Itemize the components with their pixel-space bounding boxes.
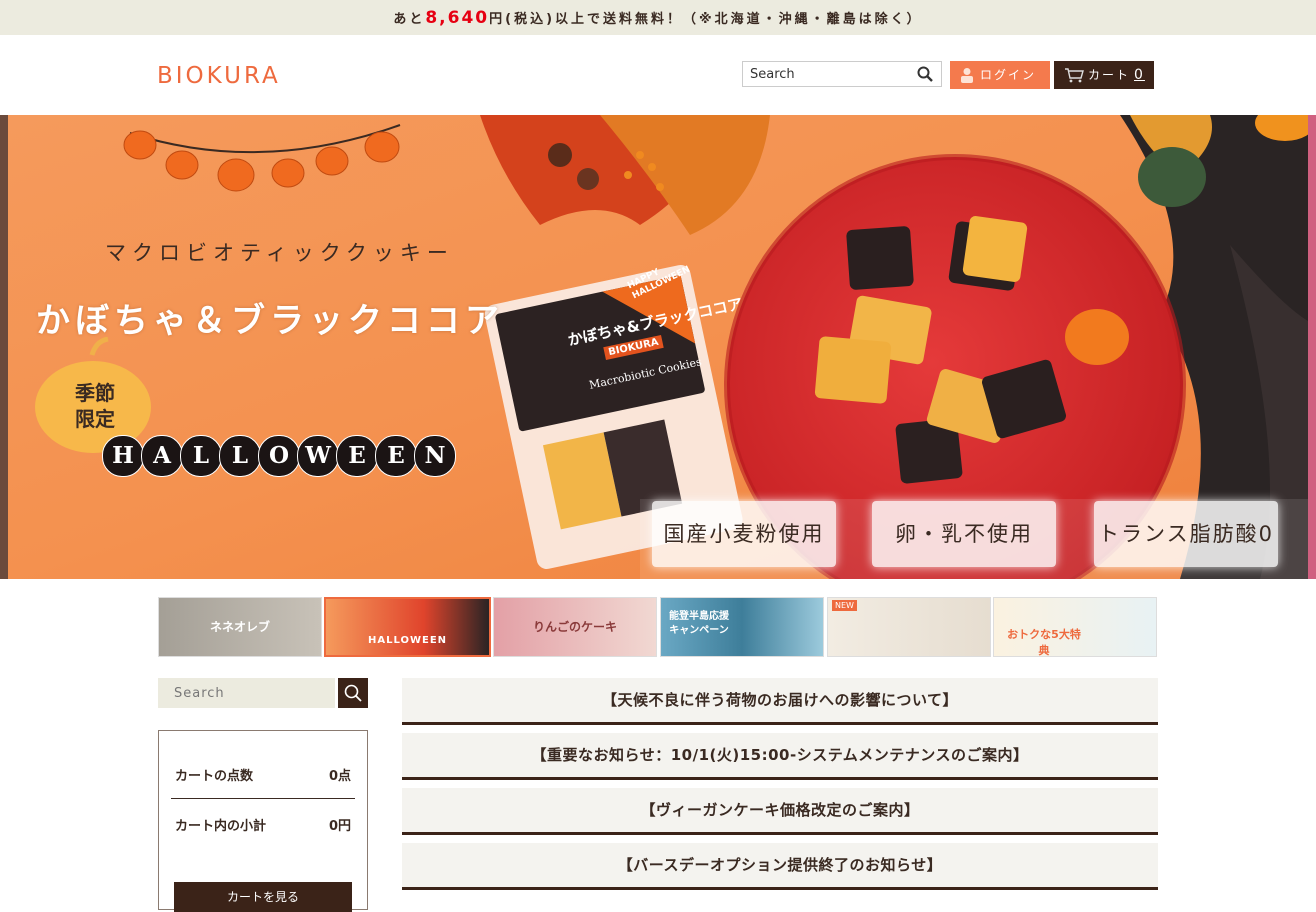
halloween-letter: E: [375, 435, 417, 477]
halloween-letter: O: [258, 435, 300, 477]
next-slide-peek[interactable]: [1308, 115, 1316, 579]
feature-badge: トランス脂肪酸0: [1094, 501, 1278, 567]
user-icon: [961, 68, 973, 83]
header-search: [742, 61, 942, 87]
news-item[interactable]: 【天候不良に伴う荷物のお届けへの影響について】: [402, 678, 1158, 725]
cart-icon: [1065, 68, 1084, 83]
site-logo[interactable]: BIOKURA: [157, 63, 281, 89]
sidebar-search-box: [158, 678, 335, 708]
slide-thumbnail[interactable]: おトクな5大特典: [993, 597, 1157, 657]
halloween-letter: L: [180, 435, 222, 477]
feature-badge: 国産小麦粉使用: [652, 501, 836, 567]
site-header: BIOKURA ログイン カート0: [0, 35, 1316, 115]
thumbnail-caption: おトクな5大特典: [1007, 628, 1081, 657]
feature-badge: 卵・乳不使用: [872, 501, 1056, 567]
cart-subtotal-value: 0円: [328, 819, 351, 834]
halloween-letter: H: [102, 435, 144, 477]
prev-slide-peek[interactable]: [0, 115, 8, 579]
halloween-letter: W: [297, 435, 339, 477]
cart-button[interactable]: カート 0: [1054, 61, 1154, 89]
view-cart-button[interactable]: カートを見る: [174, 882, 352, 912]
cart-subtotal-label: カート内の小計: [175, 819, 267, 834]
hero-subtitle: マクロビオティッククッキー: [105, 241, 454, 265]
hero-title: かぼちゃ＆ブラックココア: [36, 301, 504, 341]
sidebar-search: [158, 678, 368, 708]
thumbnail-caption: 能登半島応援キャンペーン: [669, 611, 729, 636]
halloween-letter: E: [336, 435, 378, 477]
cart-items-label: カートの点数: [175, 769, 254, 784]
slide-thumbnail[interactable]: NEW: [827, 597, 991, 657]
cart-subtotal-row: カート内の小計 0円: [175, 815, 351, 834]
free-shipping-bar: あと8,640円(税込)以上で送料無料！（※北海道・沖縄・離島は除く）: [0, 0, 1316, 35]
thumbnail-caption: ネネオレブ: [209, 620, 270, 634]
cart-label: カート: [1088, 68, 1131, 82]
shipping-prefix: あと: [393, 12, 426, 27]
seasonal-limited-badge: 季節限定: [75, 381, 115, 431]
new-badge: NEW: [832, 600, 857, 611]
cart-divider: [171, 798, 355, 799]
sidebar-search-button[interactable]: [338, 678, 368, 708]
search-icon: [344, 684, 362, 702]
sidebar-search-input[interactable]: [172, 685, 326, 702]
slide-thumbnail[interactable]: 能登半島応援キャンペーン: [660, 597, 824, 657]
slide-thumbnail[interactable]: りんごのケーキ: [493, 597, 657, 657]
news-item[interactable]: 【重要なお知らせ：10/1(火)15:00-システムメンテナンスのご案内】: [402, 733, 1158, 780]
halloween-letter: A: [141, 435, 183, 477]
hero-banner[interactable]: マクロビオティッククッキー かぼちゃ＆ブラックココア 季節限定 HALLOWEE…: [0, 115, 1316, 579]
cart-summary: カートの点数 0点 カート内の小計 0円 カートを見る: [158, 730, 368, 912]
search-icon[interactable]: [917, 66, 933, 82]
news-item[interactable]: 【ヴィーガンケーキ価格改定のご案内】: [402, 788, 1158, 835]
login-label: ログイン: [980, 68, 1037, 82]
shipping-threshold-amount: 8,640: [425, 8, 490, 28]
login-button[interactable]: ログイン: [950, 61, 1050, 89]
slide-thumbnail-active[interactable]: HALLOWEEN: [324, 597, 491, 657]
halloween-letter: L: [219, 435, 261, 477]
halloween-lettering: HALLOWEEN: [102, 435, 456, 477]
thumbnail-caption: HALLOWEEN: [367, 635, 448, 646]
header-search-input[interactable]: [748, 66, 912, 83]
halloween-letter: N: [414, 435, 456, 477]
shipping-suffix: 円(税込)以上で送料無料！（※北海道・沖縄・離島は除く）: [489, 12, 923, 27]
news-item[interactable]: 【バースデーオプション提供終了のお知らせ】: [402, 843, 1158, 890]
cart-items-value: 0点: [328, 769, 351, 784]
cart-items-row: カートの点数 0点: [175, 765, 351, 784]
cart-count[interactable]: 0: [1134, 67, 1145, 83]
slide-thumbnail[interactable]: ネネオレブ: [158, 597, 322, 657]
thumbnail-caption: りんごのケーキ: [532, 620, 617, 634]
